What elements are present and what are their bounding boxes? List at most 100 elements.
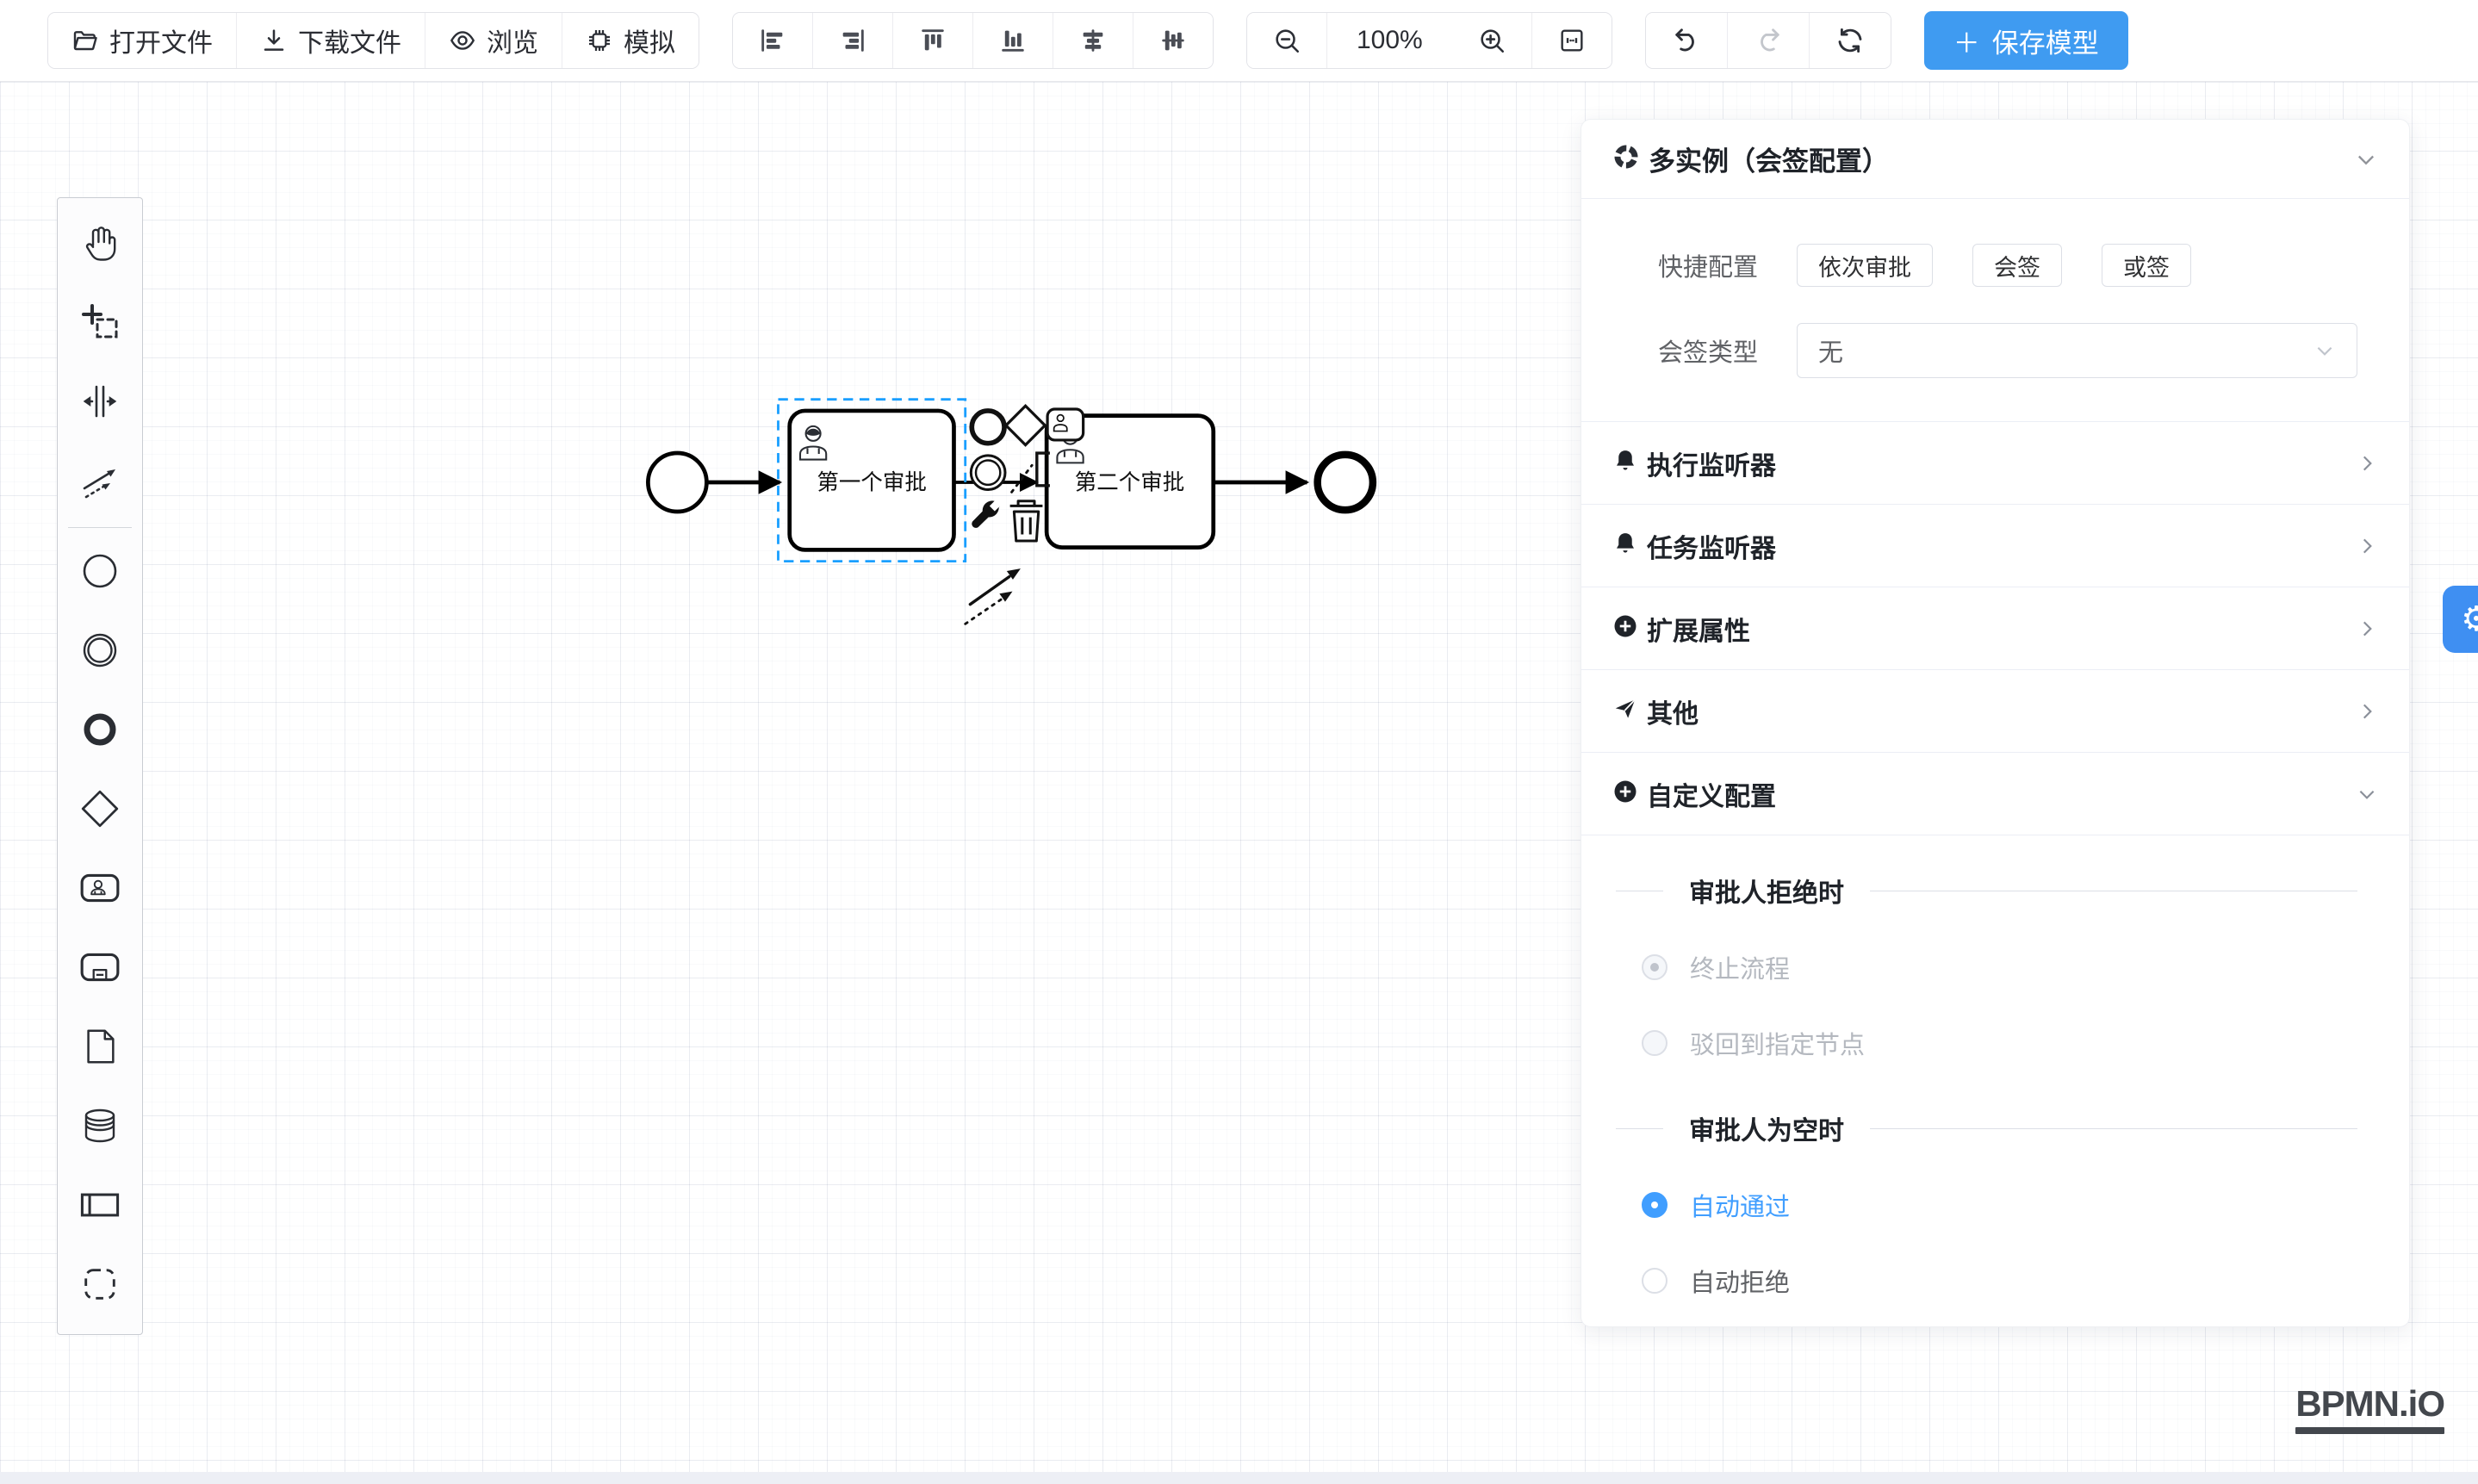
- fit-viewport-icon: [1557, 26, 1587, 55]
- chevron-down-icon[interactable]: [2354, 147, 2378, 171]
- append-end-event-icon[interactable]: [972, 411, 1004, 444]
- create-participant[interactable]: [58, 1167, 142, 1246]
- append-gateway-icon[interactable]: [1006, 406, 1045, 444]
- radio-return-to-node[interactable]: 驳回到指定节点: [1642, 1025, 2357, 1061]
- palette-separator: [68, 527, 132, 528]
- radio-button: [1642, 1268, 1668, 1294]
- start-event-node[interactable]: [648, 453, 706, 512]
- sign-type-row: 会签类型 无: [1616, 323, 2357, 378]
- align-right-button[interactable]: [813, 13, 893, 68]
- quick-option-countersign-button[interactable]: 会签: [1972, 244, 2062, 287]
- preview-button[interactable]: 浏览: [425, 13, 562, 68]
- quick-option-orsign-button[interactable]: 或签: [2102, 244, 2191, 287]
- custom-config-content: 审批人拒绝时 终止流程 驳回到指定节点 审批人为空时 自动通过: [1581, 835, 2409, 1327]
- section-task-listener[interactable]: 任务监听器: [1581, 504, 2409, 587]
- lasso-tool[interactable]: [58, 284, 142, 363]
- create-start-event[interactable]: [58, 533, 142, 612]
- radio-auto-reject[interactable]: 自动拒绝: [1642, 1263, 2357, 1299]
- align-top-button[interactable]: [893, 13, 973, 68]
- connect-arrows-icon: [79, 460, 121, 506]
- horizontal-scrollbar[interactable]: [0, 1472, 2478, 1484]
- create-end-event[interactable]: [58, 692, 142, 771]
- empty-section-heading: 审批人为空时: [1616, 1109, 2357, 1147]
- settings-edge-tab[interactable]: ⚙: [2443, 586, 2478, 653]
- create-group[interactable]: [58, 1246, 142, 1326]
- association-dotted-line: [1012, 465, 1033, 492]
- align-center-h-icon: [1078, 26, 1108, 55]
- create-intermediate-event[interactable]: [58, 612, 142, 692]
- radio-terminate-process[interactable]: 终止流程: [1642, 949, 2357, 985]
- gear-icon: ⚙: [2461, 599, 2478, 639]
- create-gateway[interactable]: [58, 771, 142, 850]
- task-node-1[interactable]: 第一个审批: [790, 411, 954, 550]
- change-type-wrench-icon[interactable]: [972, 500, 1000, 527]
- bpmn-io-wordmark: BPMN.iO: [2295, 1383, 2444, 1425]
- connect-tool-icon[interactable]: [966, 568, 1021, 624]
- eye-icon: [449, 27, 476, 54]
- section-other[interactable]: 其他: [1581, 669, 2409, 752]
- download-file-label: 下载文件: [298, 22, 401, 59]
- open-file-button[interactable]: 打开文件: [48, 13, 237, 68]
- align-center-h-button[interactable]: [1053, 13, 1133, 68]
- delete-trash-icon[interactable]: [1010, 501, 1043, 541]
- align-left-button[interactable]: [733, 13, 813, 68]
- redo-button[interactable]: [1728, 13, 1810, 68]
- divider: [1870, 1128, 2357, 1129]
- align-center-v-icon: [1158, 26, 1188, 55]
- quick-config-row: 快捷配置 依次审批 会签 或签: [1616, 244, 2357, 287]
- bpmn-io-underline: [2295, 1427, 2444, 1434]
- save-model-button[interactable]: ＋ 保存模型: [1924, 11, 2128, 70]
- zoom-in-icon: [1477, 26, 1506, 55]
- simulate-label: 模拟: [624, 22, 675, 59]
- section-label: 自定义配置: [1647, 775, 1776, 813]
- space-tool[interactable]: [58, 363, 142, 443]
- align-center-v-button[interactable]: [1133, 13, 1213, 68]
- append-user-task-icon[interactable]: [1047, 409, 1084, 440]
- sign-type-select[interactable]: 无: [1797, 323, 2357, 378]
- empty-section-title: 审批人为空时: [1689, 1109, 1844, 1147]
- align-bottom-icon: [998, 26, 1028, 55]
- radio-button: [1642, 954, 1668, 980]
- zoom-out-icon: [1272, 26, 1301, 55]
- download-file-button[interactable]: 下载文件: [237, 13, 425, 68]
- bell-icon: [1612, 531, 1638, 561]
- history-button-group: [1645, 12, 1891, 69]
- panel-header[interactable]: 多实例（会签配置）: [1581, 120, 2409, 199]
- create-data-object[interactable]: [58, 1009, 142, 1088]
- hand-tool[interactable]: [58, 205, 142, 284]
- task-1-label: 第一个审批: [817, 471, 926, 495]
- radio-label: 自动拒绝: [1690, 1263, 1790, 1299]
- download-icon: [260, 27, 288, 54]
- fit-viewport-button[interactable]: [1532, 13, 1612, 68]
- end-event-node[interactable]: [1318, 455, 1373, 510]
- section-extended-properties[interactable]: 扩展属性: [1581, 587, 2409, 669]
- bell-icon: [1612, 448, 1638, 478]
- bpmn-designer-app: 打开文件 下载文件 浏览 模拟: [0, 0, 2478, 1484]
- bpmn-io-logo[interactable]: BPMN.iO: [2295, 1383, 2444, 1434]
- chevron-right-icon: [2356, 452, 2378, 475]
- radio-auto-pass[interactable]: 自动通过: [1642, 1187, 2357, 1223]
- create-subprocess[interactable]: [58, 929, 142, 1009]
- global-connect-tool[interactable]: [58, 443, 142, 522]
- sign-type-label: 会签类型: [1616, 332, 1758, 369]
- plus-circle-icon: [1612, 613, 1638, 643]
- refresh-button[interactable]: [1810, 13, 1891, 68]
- section-execution-listener[interactable]: 执行监听器: [1581, 421, 2409, 504]
- quick-option-sequential-button[interactable]: 依次审批: [1797, 244, 1933, 287]
- zoom-out-button[interactable]: [1247, 13, 1327, 68]
- append-intermediate-event-icon[interactable]: [971, 456, 1005, 490]
- data-store-icon: [79, 1105, 121, 1151]
- zoom-in-button[interactable]: [1452, 13, 1532, 68]
- quick-config-label: 快捷配置: [1616, 247, 1758, 283]
- section-custom-config[interactable]: 自定义配置: [1581, 752, 2409, 835]
- undo-button[interactable]: [1646, 13, 1728, 68]
- align-right-icon: [838, 26, 867, 55]
- chevron-right-icon: [2356, 535, 2378, 557]
- radio-label: 终止流程: [1690, 949, 1790, 985]
- create-data-store[interactable]: [58, 1088, 142, 1167]
- create-user-task[interactable]: [58, 850, 142, 929]
- simulate-button[interactable]: 模拟: [562, 13, 699, 68]
- align-bottom-button[interactable]: [973, 13, 1053, 68]
- section-label: 任务监听器: [1647, 527, 1776, 565]
- chevron-down-icon: [2313, 339, 2336, 362]
